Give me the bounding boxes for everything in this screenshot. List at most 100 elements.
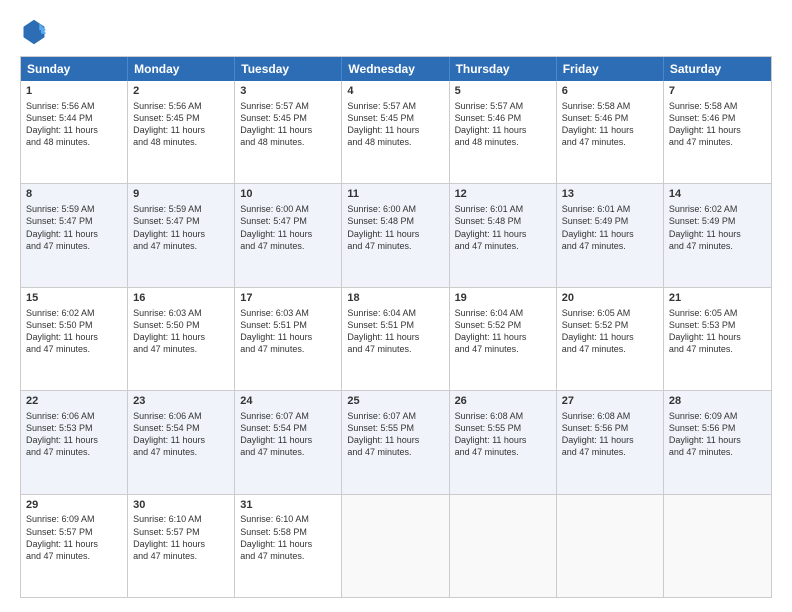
calendar-row-3: 15Sunrise: 6:02 AMSunset: 5:50 PMDayligh… — [21, 287, 771, 390]
header-day-thursday: Thursday — [450, 57, 557, 81]
day-info-line: Sunset: 5:48 PM — [455, 215, 551, 227]
day-info-line: Daylight: 11 hours — [347, 228, 443, 240]
day-info-line: Sunset: 5:45 PM — [133, 112, 229, 124]
day-info-line: Sunrise: 5:57 AM — [240, 100, 336, 112]
day-info-line: Daylight: 11 hours — [669, 331, 766, 343]
day-number: 14 — [669, 187, 766, 202]
day-info-line: Daylight: 11 hours — [455, 124, 551, 136]
calendar-cell-1-4: 4Sunrise: 5:57 AMSunset: 5:45 PMDaylight… — [342, 81, 449, 183]
day-info-line: Sunset: 5:46 PM — [455, 112, 551, 124]
calendar-cell-5-5 — [450, 495, 557, 597]
day-number: 7 — [669, 84, 766, 99]
day-info-line: Sunrise: 6:02 AM — [26, 307, 122, 319]
day-info-line: Sunrise: 6:07 AM — [240, 410, 336, 422]
day-info-line: Daylight: 11 hours — [455, 434, 551, 446]
day-info-line: Daylight: 11 hours — [133, 228, 229, 240]
calendar-cell-5-6 — [557, 495, 664, 597]
logo-icon — [20, 18, 48, 46]
day-info-line: Sunset: 5:51 PM — [240, 319, 336, 331]
day-number: 10 — [240, 187, 336, 202]
calendar-cell-5-4 — [342, 495, 449, 597]
calendar-cell-3-5: 19Sunrise: 6:04 AMSunset: 5:52 PMDayligh… — [450, 288, 557, 390]
calendar-cell-1-5: 5Sunrise: 5:57 AMSunset: 5:46 PMDaylight… — [450, 81, 557, 183]
calendar: SundayMondayTuesdayWednesdayThursdayFrid… — [20, 56, 772, 598]
day-number: 29 — [26, 498, 122, 513]
header-day-monday: Monday — [128, 57, 235, 81]
day-info-line: Sunrise: 6:00 AM — [240, 203, 336, 215]
calendar-row-2: 8Sunrise: 5:59 AMSunset: 5:47 PMDaylight… — [21, 183, 771, 286]
day-info-line: Sunset: 5:52 PM — [455, 319, 551, 331]
day-info-line: and 48 minutes. — [240, 136, 336, 148]
day-info-line: Sunset: 5:53 PM — [669, 319, 766, 331]
calendar-cell-3-4: 18Sunrise: 6:04 AMSunset: 5:51 PMDayligh… — [342, 288, 449, 390]
calendar-cell-3-1: 15Sunrise: 6:02 AMSunset: 5:50 PMDayligh… — [21, 288, 128, 390]
day-info-line: Sunset: 5:58 PM — [240, 526, 336, 538]
day-info-line: Daylight: 11 hours — [562, 331, 658, 343]
calendar-cell-1-1: 1Sunrise: 5:56 AMSunset: 5:44 PMDaylight… — [21, 81, 128, 183]
calendar-cell-4-6: 27Sunrise: 6:08 AMSunset: 5:56 PMDayligh… — [557, 391, 664, 493]
day-info-line: Daylight: 11 hours — [455, 331, 551, 343]
day-info-line: Sunrise: 6:06 AM — [26, 410, 122, 422]
header-day-saturday: Saturday — [664, 57, 771, 81]
day-info-line: Daylight: 11 hours — [347, 331, 443, 343]
day-info-line: Sunset: 5:47 PM — [240, 215, 336, 227]
day-info-line: Sunrise: 6:04 AM — [347, 307, 443, 319]
calendar-cell-4-7: 28Sunrise: 6:09 AMSunset: 5:56 PMDayligh… — [664, 391, 771, 493]
calendar-cell-3-2: 16Sunrise: 6:03 AMSunset: 5:50 PMDayligh… — [128, 288, 235, 390]
day-info-line: Sunrise: 6:10 AM — [240, 513, 336, 525]
day-info-line: Sunset: 5:53 PM — [26, 422, 122, 434]
calendar-cell-2-6: 13Sunrise: 6:01 AMSunset: 5:49 PMDayligh… — [557, 184, 664, 286]
day-info-line: Daylight: 11 hours — [240, 228, 336, 240]
day-number: 9 — [133, 187, 229, 202]
day-info-line: and 48 minutes. — [26, 136, 122, 148]
day-info-line: and 47 minutes. — [26, 240, 122, 252]
calendar-cell-1-7: 7Sunrise: 5:58 AMSunset: 5:46 PMDaylight… — [664, 81, 771, 183]
day-info-line: Sunrise: 6:02 AM — [669, 203, 766, 215]
day-info-line: and 48 minutes. — [455, 136, 551, 148]
calendar-cell-3-6: 20Sunrise: 6:05 AMSunset: 5:52 PMDayligh… — [557, 288, 664, 390]
header-day-friday: Friday — [557, 57, 664, 81]
day-info-line: Daylight: 11 hours — [133, 331, 229, 343]
day-info-line: Daylight: 11 hours — [240, 331, 336, 343]
day-info-line: and 47 minutes. — [133, 446, 229, 458]
day-info-line: Sunrise: 6:08 AM — [455, 410, 551, 422]
day-number: 28 — [669, 394, 766, 409]
day-info-line: Daylight: 11 hours — [26, 331, 122, 343]
day-info-line: and 47 minutes. — [26, 550, 122, 562]
day-info-line: Sunrise: 6:05 AM — [669, 307, 766, 319]
calendar-cell-2-4: 11Sunrise: 6:00 AMSunset: 5:48 PMDayligh… — [342, 184, 449, 286]
day-info-line: Sunrise: 6:04 AM — [455, 307, 551, 319]
calendar-cell-3-3: 17Sunrise: 6:03 AMSunset: 5:51 PMDayligh… — [235, 288, 342, 390]
day-info-line: Daylight: 11 hours — [669, 434, 766, 446]
day-number: 4 — [347, 84, 443, 99]
day-number: 11 — [347, 187, 443, 202]
day-number: 15 — [26, 291, 122, 306]
calendar-cell-5-3: 31Sunrise: 6:10 AMSunset: 5:58 PMDayligh… — [235, 495, 342, 597]
day-info-line: Sunset: 5:48 PM — [347, 215, 443, 227]
day-info-line: Daylight: 11 hours — [240, 124, 336, 136]
day-info-line: Sunset: 5:46 PM — [562, 112, 658, 124]
calendar-cell-4-4: 25Sunrise: 6:07 AMSunset: 5:55 PMDayligh… — [342, 391, 449, 493]
day-info-line: and 47 minutes. — [240, 343, 336, 355]
day-info-line: Daylight: 11 hours — [26, 124, 122, 136]
day-info-line: Daylight: 11 hours — [669, 228, 766, 240]
day-info-line: Sunset: 5:56 PM — [562, 422, 658, 434]
day-info-line: Sunrise: 5:56 AM — [26, 100, 122, 112]
day-info-line: and 48 minutes. — [133, 136, 229, 148]
day-number: 17 — [240, 291, 336, 306]
calendar-cell-4-5: 26Sunrise: 6:08 AMSunset: 5:55 PMDayligh… — [450, 391, 557, 493]
day-info-line: and 47 minutes. — [347, 446, 443, 458]
day-info-line: Daylight: 11 hours — [240, 434, 336, 446]
day-info-line: Sunrise: 5:57 AM — [347, 100, 443, 112]
day-info-line: Sunset: 5:50 PM — [133, 319, 229, 331]
calendar-cell-5-7 — [664, 495, 771, 597]
day-number: 12 — [455, 187, 551, 202]
day-number: 5 — [455, 84, 551, 99]
day-number: 20 — [562, 291, 658, 306]
day-number: 8 — [26, 187, 122, 202]
day-info-line: and 47 minutes. — [669, 446, 766, 458]
day-info-line: Sunset: 5:57 PM — [133, 526, 229, 538]
day-info-line: Daylight: 11 hours — [240, 538, 336, 550]
day-info-line: Sunset: 5:54 PM — [133, 422, 229, 434]
calendar-cell-1-2: 2Sunrise: 5:56 AMSunset: 5:45 PMDaylight… — [128, 81, 235, 183]
